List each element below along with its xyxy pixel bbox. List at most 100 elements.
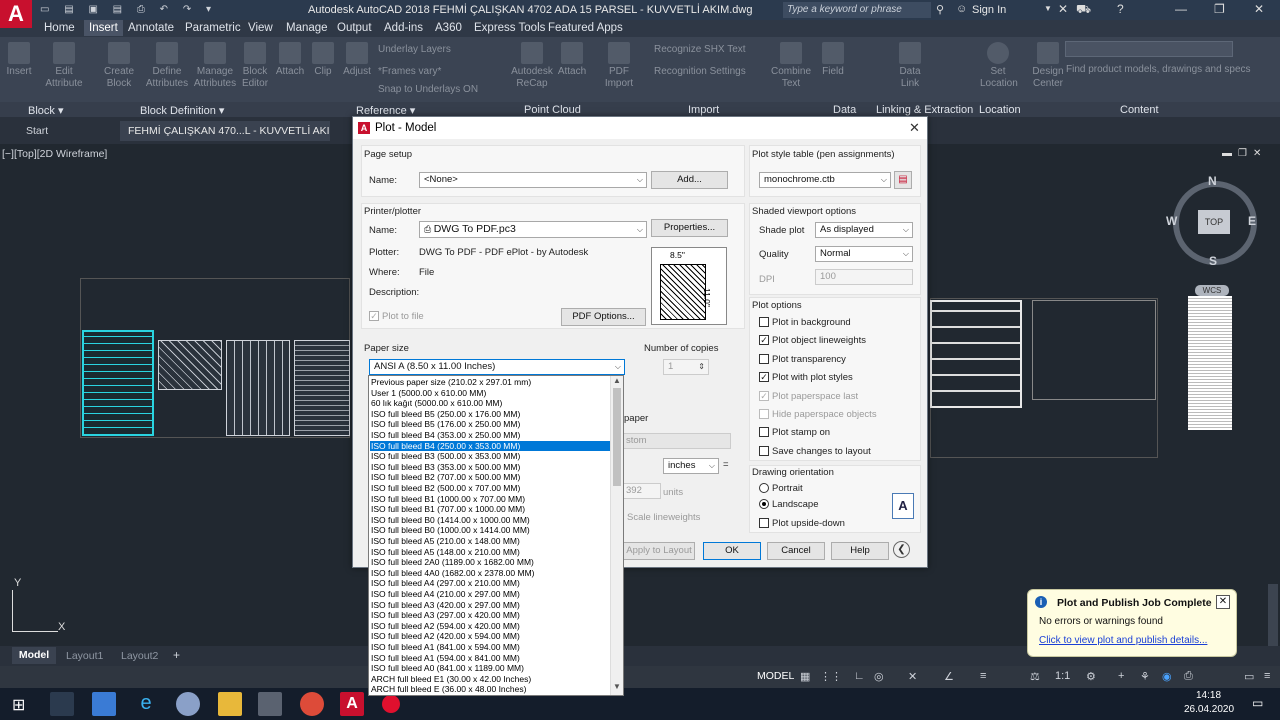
paper-size-option[interactable]: ISO full bleed B3 (500.00 x 353.00 MM) [370,451,610,462]
minimize-icon[interactable]: — [1175,2,1187,16]
paper-size-option[interactable]: ISO full bleed B4 (250.00 x 353.00 MM) [370,440,610,452]
page-setup-select[interactable]: <None> ⌵ [419,172,647,188]
paper-size-option[interactable]: ISO full bleed 2A0 (1189.00 x 1682.00 MM… [370,557,610,568]
scroll-thumb[interactable] [613,388,621,486]
paper-size-option[interactable]: ARCH full bleed E1 (30.00 x 42.00 Inches… [370,674,610,685]
dpi-input[interactable]: 100 [815,269,913,285]
viewport-controls[interactable]: [−][Top][2D Wireframe] [2,148,107,160]
compass-e[interactable]: E [1248,214,1256,228]
shade-plot-select[interactable]: As displayed ⌵ [815,222,913,238]
plot-complete-notification[interactable]: i Plot and Publish Job Complete ✕ No err… [1027,589,1237,657]
paper-size-option[interactable]: ISO full bleed A1 (594.00 x 841.00 MM) [370,653,610,664]
copies-input[interactable]: 1 ⇕ [663,359,709,375]
plot-option-checkbox[interactable] [759,427,769,438]
panel-block-definition[interactable]: Block Definition ▾ [140,104,224,117]
search-input[interactable]: Type a keyword or phrase [783,2,931,18]
windows-start-icon[interactable]: ⊞ [12,695,25,715]
plot-option-checkbox[interactable]: ✓ [759,390,769,401]
pdf-options-button[interactable]: PDF Options... [561,308,646,326]
paper-size-option[interactable]: ISO full bleed 4A0 (1682.00 x 2378.00 MM… [370,568,610,579]
scroll-down-icon[interactable]: ▼ [613,682,621,691]
underlay-layers-button[interactable]: Underlay Layers [378,44,451,56]
plot-option-checkbox[interactable] [759,445,769,456]
help-icon[interactable]: ? [1117,2,1124,16]
panel-location[interactable]: Location [979,104,1021,116]
adjust-button[interactable]: Adjust [340,42,374,78]
polar-icon[interactable]: ◎ [874,670,884,683]
pdf-import-button[interactable]: PDF Import [602,42,636,90]
panel-content[interactable]: Content [1120,104,1159,116]
cart-icon[interactable]: ⛟ [1076,2,1091,18]
recognition-settings-button[interactable]: Recognition Settings [654,66,746,78]
tab-start[interactable]: Start [26,125,48,137]
tab-express-tools[interactable]: Express Tools [474,22,545,34]
recognize-shx-button[interactable]: Recognize SHX Text [654,44,746,56]
grid-icon[interactable]: ▦ [800,670,810,683]
app-logo[interactable]: A [0,0,32,28]
quick-access-toolbar[interactable]: ▭ ▤ ▣ ▤ ⎙ ↶ ↷ ▾ [40,4,240,16]
dropdown-scrollbar[interactable]: ▲ ▼ [610,376,623,695]
hardware-icon[interactable]: ◉ [1162,670,1172,683]
plot-style-select[interactable]: monochrome.ctb ⌵ [759,172,891,188]
plot-option-checkbox[interactable] [759,317,769,327]
snap-icon[interactable]: ⋮⋮ [820,670,842,683]
apply-to-layout-button[interactable]: Apply to Layout [623,542,695,560]
transparency-icon[interactable]: ≡ [980,670,986,682]
app-icon[interactable] [176,692,200,716]
viewcube-top[interactable]: TOP [1198,210,1230,234]
printer-select[interactable]: ⎙ DWG To PDF.pc3 ⌵ [419,221,647,238]
upside-down-checkbox[interactable] [759,518,769,528]
paper-size-option[interactable]: ARCH full bleed E (36.00 x 48.00 Inches) [370,684,610,695]
tab-layout2[interactable]: Layout2 [121,650,158,662]
notification-close-icon[interactable]: ✕ [1216,595,1230,609]
autodesk-recap-button[interactable]: Autodesk ReCap [510,42,554,90]
paper-size-option[interactable]: User 1 (5000.00 x 610.00 MM) [370,388,610,399]
tab-manage[interactable]: Manage [286,22,328,34]
landscape-radio[interactable] [759,499,769,509]
panel-linking[interactable]: Linking & Extraction [876,104,973,116]
notification-center-icon[interactable]: ▭ [1252,696,1263,710]
tab-parametric[interactable]: Parametric [185,22,241,34]
paper-size-option[interactable]: ISO full bleed B5 (176.00 x 250.00 MM) [370,419,610,430]
task-view-icon[interactable] [50,692,74,716]
paper-size-option[interactable]: ISO full bleed B2 (707.00 x 500.00 MM) [370,472,610,483]
set-location-button[interactable]: Set Location [980,42,1018,90]
paper-size-option[interactable]: ISO full bleed B5 (250.00 x 176.00 MM) [370,409,610,420]
insert-button[interactable]: Insert [4,42,34,78]
dialog-close-icon[interactable]: ✕ [909,117,920,139]
panel-data[interactable]: Data [833,104,856,116]
paper-size-option[interactable]: 60 lık kağıt (5000.00 x 610.00 MM) [370,398,610,409]
restore-icon[interactable]: ❐ [1214,2,1225,16]
ortho-icon[interactable]: ∟ [854,670,865,682]
cancel-button[interactable]: Cancel [767,542,825,560]
add-layout-icon[interactable]: + [173,648,180,662]
paper-size-option[interactable]: ISO full bleed A4 (297.00 x 210.00 MM) [370,578,610,589]
attach-button[interactable]: Attach [274,42,306,78]
tab-annotate[interactable]: Annotate [128,22,174,34]
paper-size-option[interactable]: ISO full bleed A2 (594.00 x 420.00 MM) [370,621,610,632]
isolate-icon[interactable]: ⚘ [1140,670,1150,683]
recorder-icon[interactable] [382,695,400,713]
compass-w[interactable]: W [1166,214,1177,228]
paper-size-select[interactable]: ANSI A (8.50 x 11.00 Inches) ⌵ [369,359,625,375]
paper-size-option[interactable]: ISO full bleed B0 (1414.00 x 1000.00 MM) [370,515,610,526]
plot-option-checkbox[interactable] [759,353,769,364]
navigation-bar[interactable] [1268,584,1278,654]
create-block-button[interactable]: Create Block [100,42,138,90]
clean-screen-icon[interactable]: ▭ [1244,670,1254,683]
compass-s[interactable]: S [1209,254,1217,268]
paper-size-option[interactable]: ISO full bleed A2 (420.00 x 594.00 MM) [370,631,610,642]
plot-option-checkbox[interactable]: ✓ [759,335,769,346]
sign-in-link[interactable]: Sign In [972,4,1006,16]
paper-size-option[interactable]: ISO full bleed A3 (297.00 x 420.00 MM) [370,610,610,621]
units-select[interactable]: inches ⌵ [663,458,719,474]
edit-attribute-button[interactable]: Edit Attribute [40,42,88,90]
tab-add-ins[interactable]: Add-ins [384,22,423,34]
field-button[interactable]: Field [820,42,846,78]
paper-size-option[interactable]: Previous paper size (210.02 x 297.01 mm) [370,377,610,388]
annotation-scale[interactable]: 1:1 [1055,670,1070,682]
scroll-up-icon[interactable]: ▲ [613,376,621,385]
tab-output[interactable]: Output [337,22,372,34]
viewport-window-controls[interactable]: ▬❐✕ [1222,148,1267,159]
compass-n[interactable]: N [1208,174,1217,188]
